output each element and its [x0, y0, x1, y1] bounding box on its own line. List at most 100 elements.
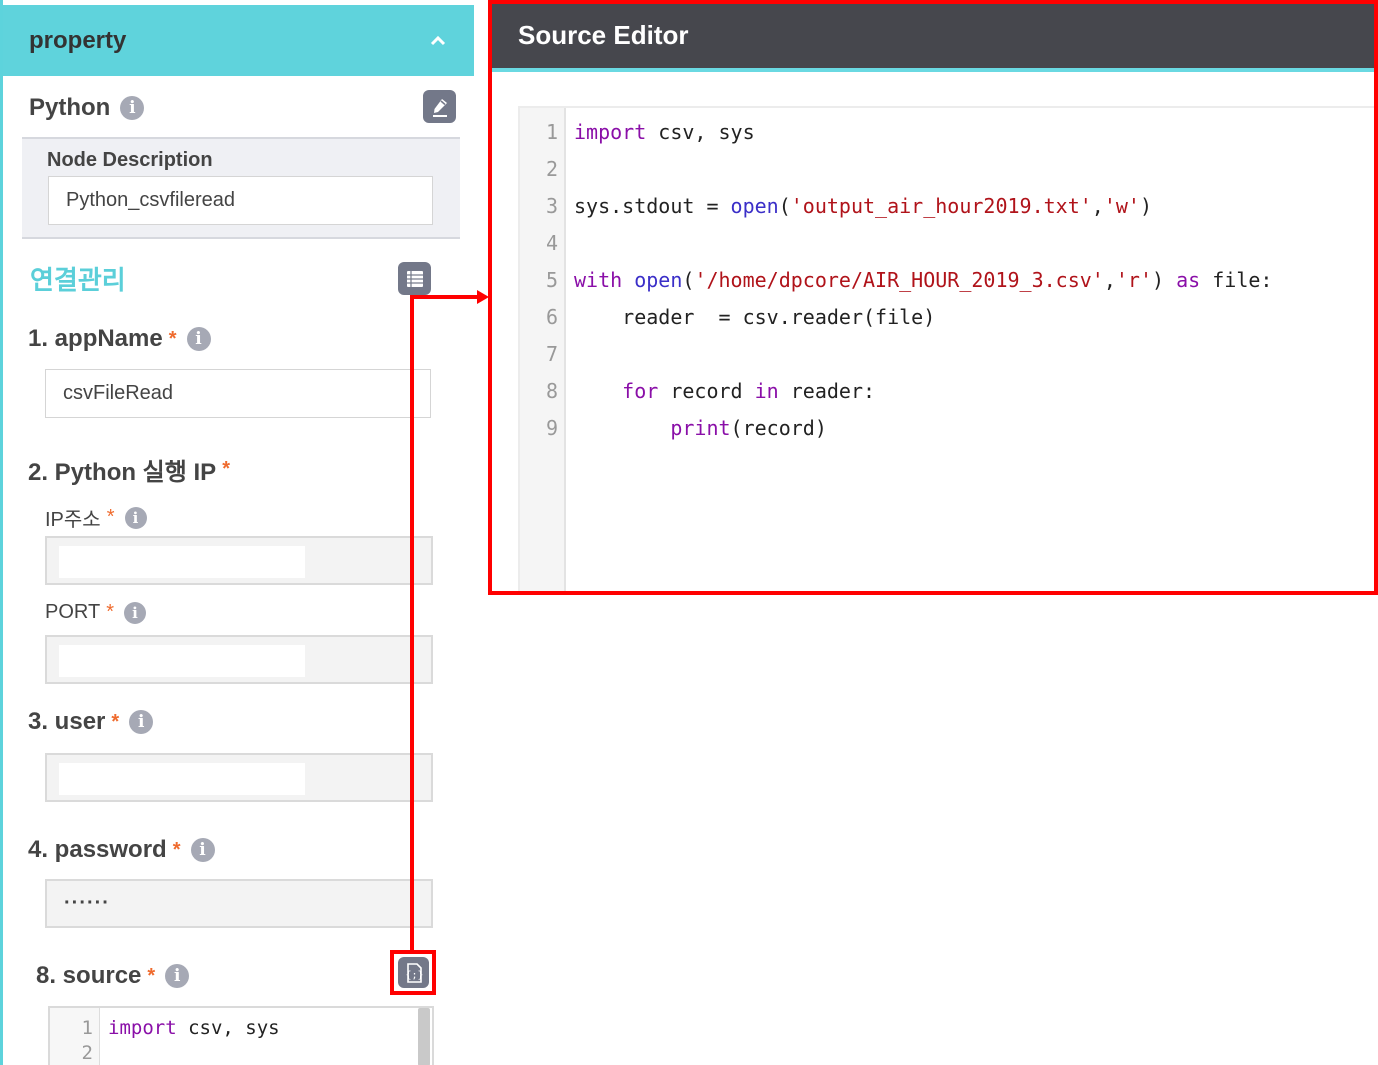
python-ip-label: 2. Python 실행 IP *	[28, 452, 230, 487]
code-token-kw: print	[670, 416, 731, 440]
required-mark: *	[222, 458, 230, 480]
code-token: (	[778, 194, 791, 218]
ip-address-label-text: IP주소	[45, 509, 101, 531]
line-number: 3	[545, 194, 558, 218]
info-icon[interactable]: i	[129, 710, 154, 734]
section-title-connection: 연결관리	[30, 265, 126, 295]
port-inner	[59, 645, 305, 677]
list-table-icon	[406, 270, 423, 287]
chevron-up-icon[interactable]	[430, 33, 446, 49]
panel-header[interactable]: property	[3, 5, 474, 76]
connection-list-button[interactable]	[398, 262, 431, 295]
line-number: 8	[545, 379, 558, 403]
code-token-str: 'w'	[1103, 194, 1140, 218]
code-token-str: 'r'	[1115, 268, 1153, 292]
required-mark: *	[106, 506, 115, 528]
required-mark: *	[168, 327, 177, 350]
pencil-edit-icon	[432, 98, 447, 117]
edit-node-button[interactable]	[423, 90, 456, 123]
annotation-arrow-icon	[477, 290, 489, 304]
code-file-icon: {;}	[405, 962, 423, 983]
appname-label-text: 1. appName	[28, 325, 163, 352]
preview-scrollbar[interactable]	[418, 1008, 430, 1065]
password-label-text: 4. password	[28, 836, 167, 863]
source-code-preview[interactable]: 1 2 import csv, sys	[48, 1006, 434, 1065]
info-icon[interactable]: i	[120, 96, 145, 120]
code-line: sys.stdout = open('output_air_hour2019.t…	[574, 194, 1152, 218]
line-number: 2	[545, 157, 558, 181]
code-line: print(record)	[574, 416, 827, 440]
code-token-bi: open	[730, 194, 779, 218]
user-input[interactable]	[45, 753, 433, 802]
code-line: reader = csv.reader(file)	[574, 305, 935, 329]
code-token-bi: open	[634, 268, 683, 292]
property-panel: property Python i Node Description Pytho…	[0, 0, 474, 1065]
user-label-text: 3. user	[28, 708, 106, 735]
code-token: ,	[1091, 194, 1104, 218]
node-description-label: Node Description	[47, 149, 213, 171]
source-editor-title: Source Editor	[518, 19, 689, 50]
code-token: (record)	[730, 416, 827, 440]
code-token: reader = csv.reader(file)	[574, 305, 936, 329]
code-token: sys.stdout =	[574, 194, 731, 218]
open-source-editor-button[interactable]: {;}	[398, 957, 429, 988]
code-token-str: 'output_air_hour2019.txt'	[790, 194, 1092, 218]
source-label: 8. source * i	[36, 962, 190, 990]
password-input[interactable]: ······	[45, 879, 433, 928]
preview-code-rest: csv, sys	[176, 1017, 280, 1039]
password-value: ······	[64, 892, 110, 914]
code-token-str: '/home/dpcore/AIR_HOUR_2019_3.csv'	[694, 268, 1104, 292]
source-editor-dialog: Source Editor 1 2 3 4 5 6 7 8 9 import csv, sys s…	[490, 2, 1376, 592]
code-token: )	[1152, 268, 1177, 292]
info-icon[interactable]: i	[124, 506, 147, 529]
node-description-input[interactable]: Python_csvfileread	[48, 176, 433, 225]
code-token: csv, sys	[646, 120, 755, 144]
code-editor[interactable]: 1 2 3 4 5 6 7 8 9 import csv, sys sys.stdout = op…	[518, 106, 1376, 592]
code-token-kw: as	[1176, 268, 1201, 292]
line-number: 1	[545, 120, 558, 144]
code-token-kw: in	[754, 379, 779, 403]
line-number: 6	[545, 305, 558, 329]
node-description-value: Python_csvfileread	[66, 189, 235, 211]
keyword-import: import	[108, 1017, 177, 1039]
ip-address-input[interactable]	[45, 536, 433, 585]
code-token: reader:	[778, 379, 876, 403]
code-token: )	[1139, 194, 1153, 218]
code-token-kw: for	[622, 379, 659, 403]
line-number: 4	[545, 231, 558, 255]
line-number: 9	[545, 416, 558, 440]
required-mark: *	[172, 838, 181, 861]
code-line: import csv, sys	[574, 120, 755, 144]
node-description-box: Node Description Python_csvfileread	[22, 137, 460, 239]
panel-title: property	[29, 26, 127, 54]
code-token: (	[682, 268, 695, 292]
port-input[interactable]	[45, 635, 433, 684]
password-label: 4. password * i	[28, 836, 215, 864]
line-number: 5	[545, 268, 558, 292]
user-inner	[59, 763, 305, 795]
preview-gutter: 1 2	[50, 1008, 100, 1065]
info-icon[interactable]: i	[186, 327, 211, 351]
info-icon[interactable]: i	[190, 838, 215, 862]
source-editor-header: Source Editor	[490, 2, 1376, 72]
line-number: 2	[81, 1042, 93, 1064]
required-mark: *	[111, 710, 120, 733]
preview-code: import csv, sys	[108, 1016, 280, 1041]
info-icon[interactable]: i	[165, 964, 190, 988]
code-line: with open('/home/dpcore/AIR_HOUR_2019_3.…	[574, 268, 1272, 292]
info-icon[interactable]: i	[124, 601, 146, 624]
line-number: 7	[545, 342, 558, 366]
appname-input[interactable]: csvFileRead	[45, 369, 431, 418]
ip-address-label: IP주소 * i	[45, 503, 147, 532]
code-token: ,	[1103, 268, 1116, 292]
line-number: 1	[81, 1017, 93, 1039]
code-token-kw: import	[574, 120, 647, 144]
code-line: for record in reader:	[574, 379, 875, 403]
user-label: 3. user * i	[28, 708, 154, 736]
svg-text:{;}: {;}	[405, 970, 423, 981]
code-token-kw: with	[574, 268, 623, 292]
line-number-gutter: 1 2 3 4 5 6 7 8 9	[520, 108, 566, 592]
